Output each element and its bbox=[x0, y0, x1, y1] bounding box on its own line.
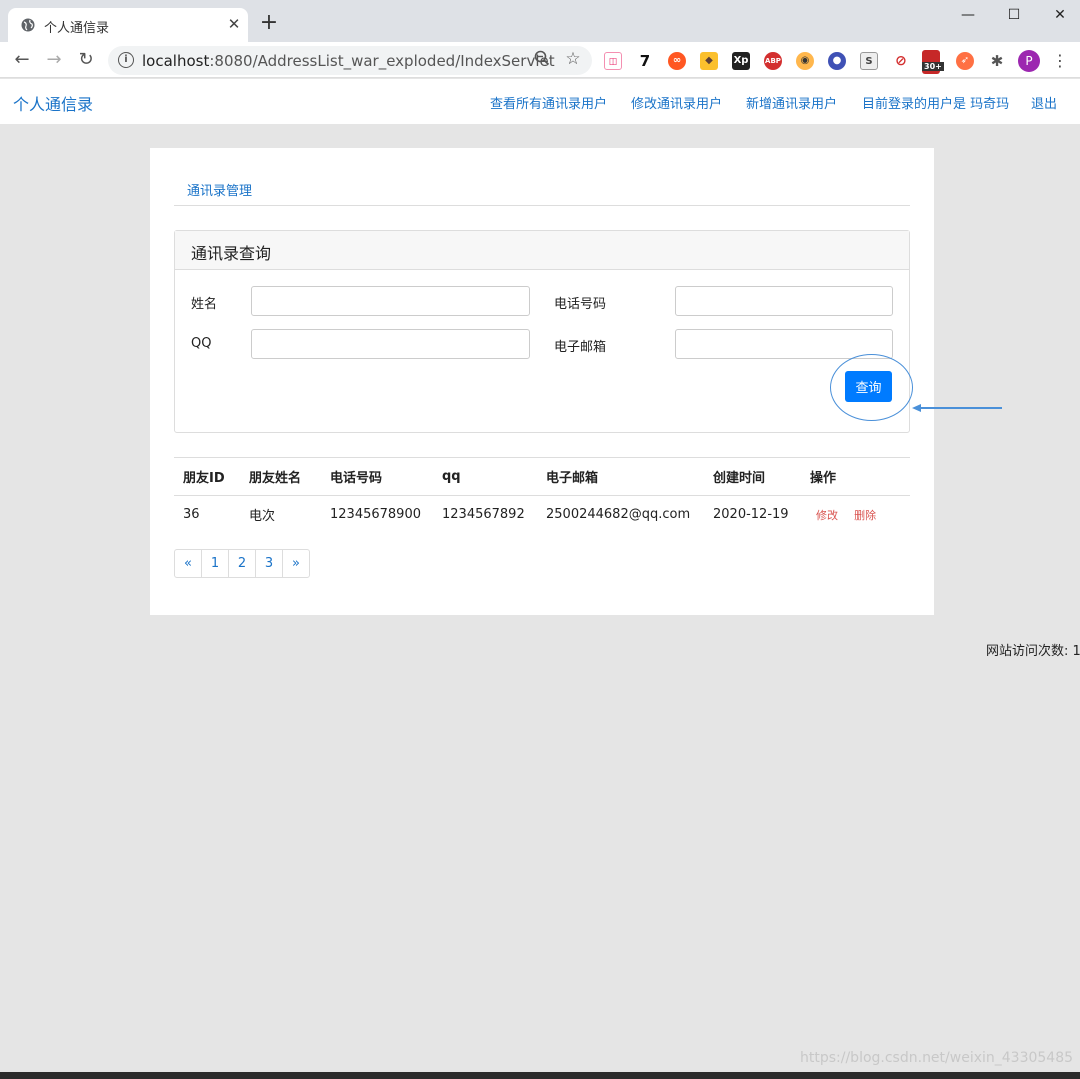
phone-label: 电话号码 bbox=[554, 297, 607, 312]
owl-extension-icon[interactable]: ◉ bbox=[796, 52, 814, 70]
xp-extension-icon[interactable]: Xp bbox=[732, 52, 750, 70]
color-picker-extension-icon[interactable]: ● bbox=[828, 52, 846, 70]
bilibili-extension-icon[interactable]: ◫ bbox=[604, 52, 622, 70]
browser-tab[interactable]: 个人通信录 ✕ bbox=[8, 8, 248, 42]
visit-counter: 网站访问次数: 11 bbox=[986, 644, 1080, 659]
email-label: 电子邮箱 bbox=[554, 340, 607, 355]
url-path: :8080/AddressList_war_exploded/IndexServ… bbox=[209, 52, 555, 70]
nav-edit-user[interactable]: 修改通讯录用户 bbox=[631, 93, 722, 112]
panel-title: 通讯录查询 bbox=[175, 231, 909, 270]
puzzle-extensions-icon[interactable]: ✱ bbox=[988, 52, 1006, 70]
nav-current-user[interactable]: 目前登录的用户是 玛奇玛 bbox=[862, 93, 1009, 112]
browser-toolbar: ← → ↻ i localhost:8080/AddressList_war_e… bbox=[0, 42, 1080, 78]
page-3[interactable]: 3 bbox=[255, 549, 283, 578]
cell-name: 电次 bbox=[249, 509, 276, 525]
tab-title: 个人通信录 bbox=[44, 21, 110, 36]
qq-input[interactable] bbox=[251, 329, 530, 359]
page-next[interactable]: » bbox=[282, 549, 310, 578]
bookmark-star-icon[interactable]: ☆ bbox=[563, 49, 583, 69]
site-navbar: 个人通信录 查看所有通讯录用户 修改通讯录用户 新增通讯录用户 目前登录的用户是… bbox=[0, 79, 1080, 124]
back-arrow-icon[interactable]: ← bbox=[10, 48, 34, 72]
page-1[interactable]: 1 bbox=[201, 549, 229, 578]
zoom-icon[interactable] bbox=[532, 50, 552, 70]
counter-extension-icon[interactable]: 30+ bbox=[922, 50, 944, 74]
name-label: 姓名 bbox=[191, 297, 218, 312]
globe-icon bbox=[21, 18, 35, 32]
watermark: https://blog.csdn.net/weixin_43305485 bbox=[800, 1050, 1074, 1066]
extension-badge: 30+ bbox=[922, 62, 944, 71]
search-button[interactable]: 查询 bbox=[845, 371, 892, 402]
maximize-button[interactable]: ☐ bbox=[994, 4, 1034, 26]
browser-tab-strip: 个人通信录 ✕ + — ☐ ✕ bbox=[0, 0, 1080, 42]
new-tab-button[interactable]: + bbox=[258, 12, 280, 34]
nav-logout[interactable]: 退出 bbox=[1031, 93, 1057, 112]
qq-label: QQ bbox=[191, 336, 212, 351]
tampermonkey-extension-icon[interactable]: ◆ bbox=[700, 52, 718, 70]
cell-actions: 修改 删除 bbox=[801, 496, 910, 534]
address-bar[interactable]: i localhost:8080/AddressList_war_explode… bbox=[108, 46, 592, 75]
infinity-extension-icon[interactable]: ∞ bbox=[668, 52, 686, 70]
profile-avatar[interactable]: P bbox=[1018, 50, 1040, 72]
edit-link[interactable]: 修改 bbox=[810, 509, 838, 522]
annotation-arrow-icon bbox=[912, 404, 1002, 412]
rocket-extension-icon[interactable]: ➶ bbox=[956, 52, 974, 70]
nav-view-all-users[interactable]: 查看所有通讯录用户 bbox=[490, 93, 607, 112]
url-text[interactable]: localhost:8080/AddressList_war_exploded/… bbox=[142, 52, 555, 70]
tab-close-icon[interactable]: ✕ bbox=[224, 14, 244, 34]
cell-phone: 12345678900 bbox=[330, 507, 421, 523]
delete-link[interactable]: 删除 bbox=[854, 509, 876, 522]
col-email: 电子邮箱 bbox=[537, 457, 704, 496]
col-friend-id: 朋友ID bbox=[174, 457, 240, 496]
nav-add-user[interactable]: 新增通讯录用户 bbox=[746, 93, 837, 112]
col-qq: qq bbox=[433, 457, 537, 496]
forward-arrow-icon[interactable]: → bbox=[42, 48, 66, 72]
breadcrumb-divider bbox=[174, 205, 910, 206]
cell-created: 2020-12-19 bbox=[713, 507, 789, 523]
col-phone: 电话号码 bbox=[321, 457, 433, 496]
window-close-button[interactable]: ✕ bbox=[1040, 4, 1080, 26]
table-header-row: 朋友ID 朋友姓名 电话号码 qq 电子邮箱 创建时间 操作 bbox=[174, 457, 910, 496]
phone-input[interactable] bbox=[675, 286, 893, 316]
search-panel: 通讯录查询 姓名 电话号码 QQ 电子邮箱 查询 bbox=[174, 230, 913, 433]
adblock-plus-icon[interactable]: ABP bbox=[764, 52, 782, 70]
table-row: 36 电次 12345678900 1234567892 2500244682@… bbox=[174, 496, 910, 534]
site-info-icon[interactable]: i bbox=[118, 52, 134, 68]
col-friend-name: 朋友姓名 bbox=[240, 457, 321, 496]
main-card: 通讯录管理 通讯录查询 姓名 电话号码 QQ 电子邮箱 查询 朋友ID 朋友姓名… bbox=[150, 148, 934, 615]
contacts-table: 朋友ID 朋友姓名 电话号码 qq 电子邮箱 创建时间 操作 36 电次 123… bbox=[174, 457, 910, 534]
site-brand[interactable]: 个人通信录 bbox=[13, 91, 93, 115]
col-actions: 操作 bbox=[801, 457, 910, 496]
breadcrumb[interactable]: 通讯录管理 bbox=[187, 180, 252, 199]
cell-qq: 1234567892 bbox=[442, 507, 525, 523]
blocker-extension-icon[interactable]: ⊘ bbox=[892, 52, 910, 70]
browser-menu-icon[interactable]: ⋮ bbox=[1052, 50, 1068, 72]
page-prev[interactable]: « bbox=[174, 549, 202, 578]
cell-id: 36 bbox=[183, 507, 200, 523]
seven-extension-icon[interactable]: 7 bbox=[636, 52, 654, 70]
taskbar bbox=[0, 1072, 1080, 1079]
col-created: 创建时间 bbox=[704, 457, 801, 496]
name-input[interactable] bbox=[251, 286, 530, 316]
cell-email: 2500244682@qq.com bbox=[546, 507, 691, 523]
minimize-button[interactable]: — bbox=[948, 4, 988, 26]
page-2[interactable]: 2 bbox=[228, 549, 256, 578]
s-extension-icon[interactable]: S bbox=[860, 52, 878, 70]
url-host: localhost bbox=[142, 52, 210, 70]
reload-icon[interactable]: ↻ bbox=[74, 48, 98, 72]
pagination: « 1 2 3 » bbox=[174, 549, 310, 578]
